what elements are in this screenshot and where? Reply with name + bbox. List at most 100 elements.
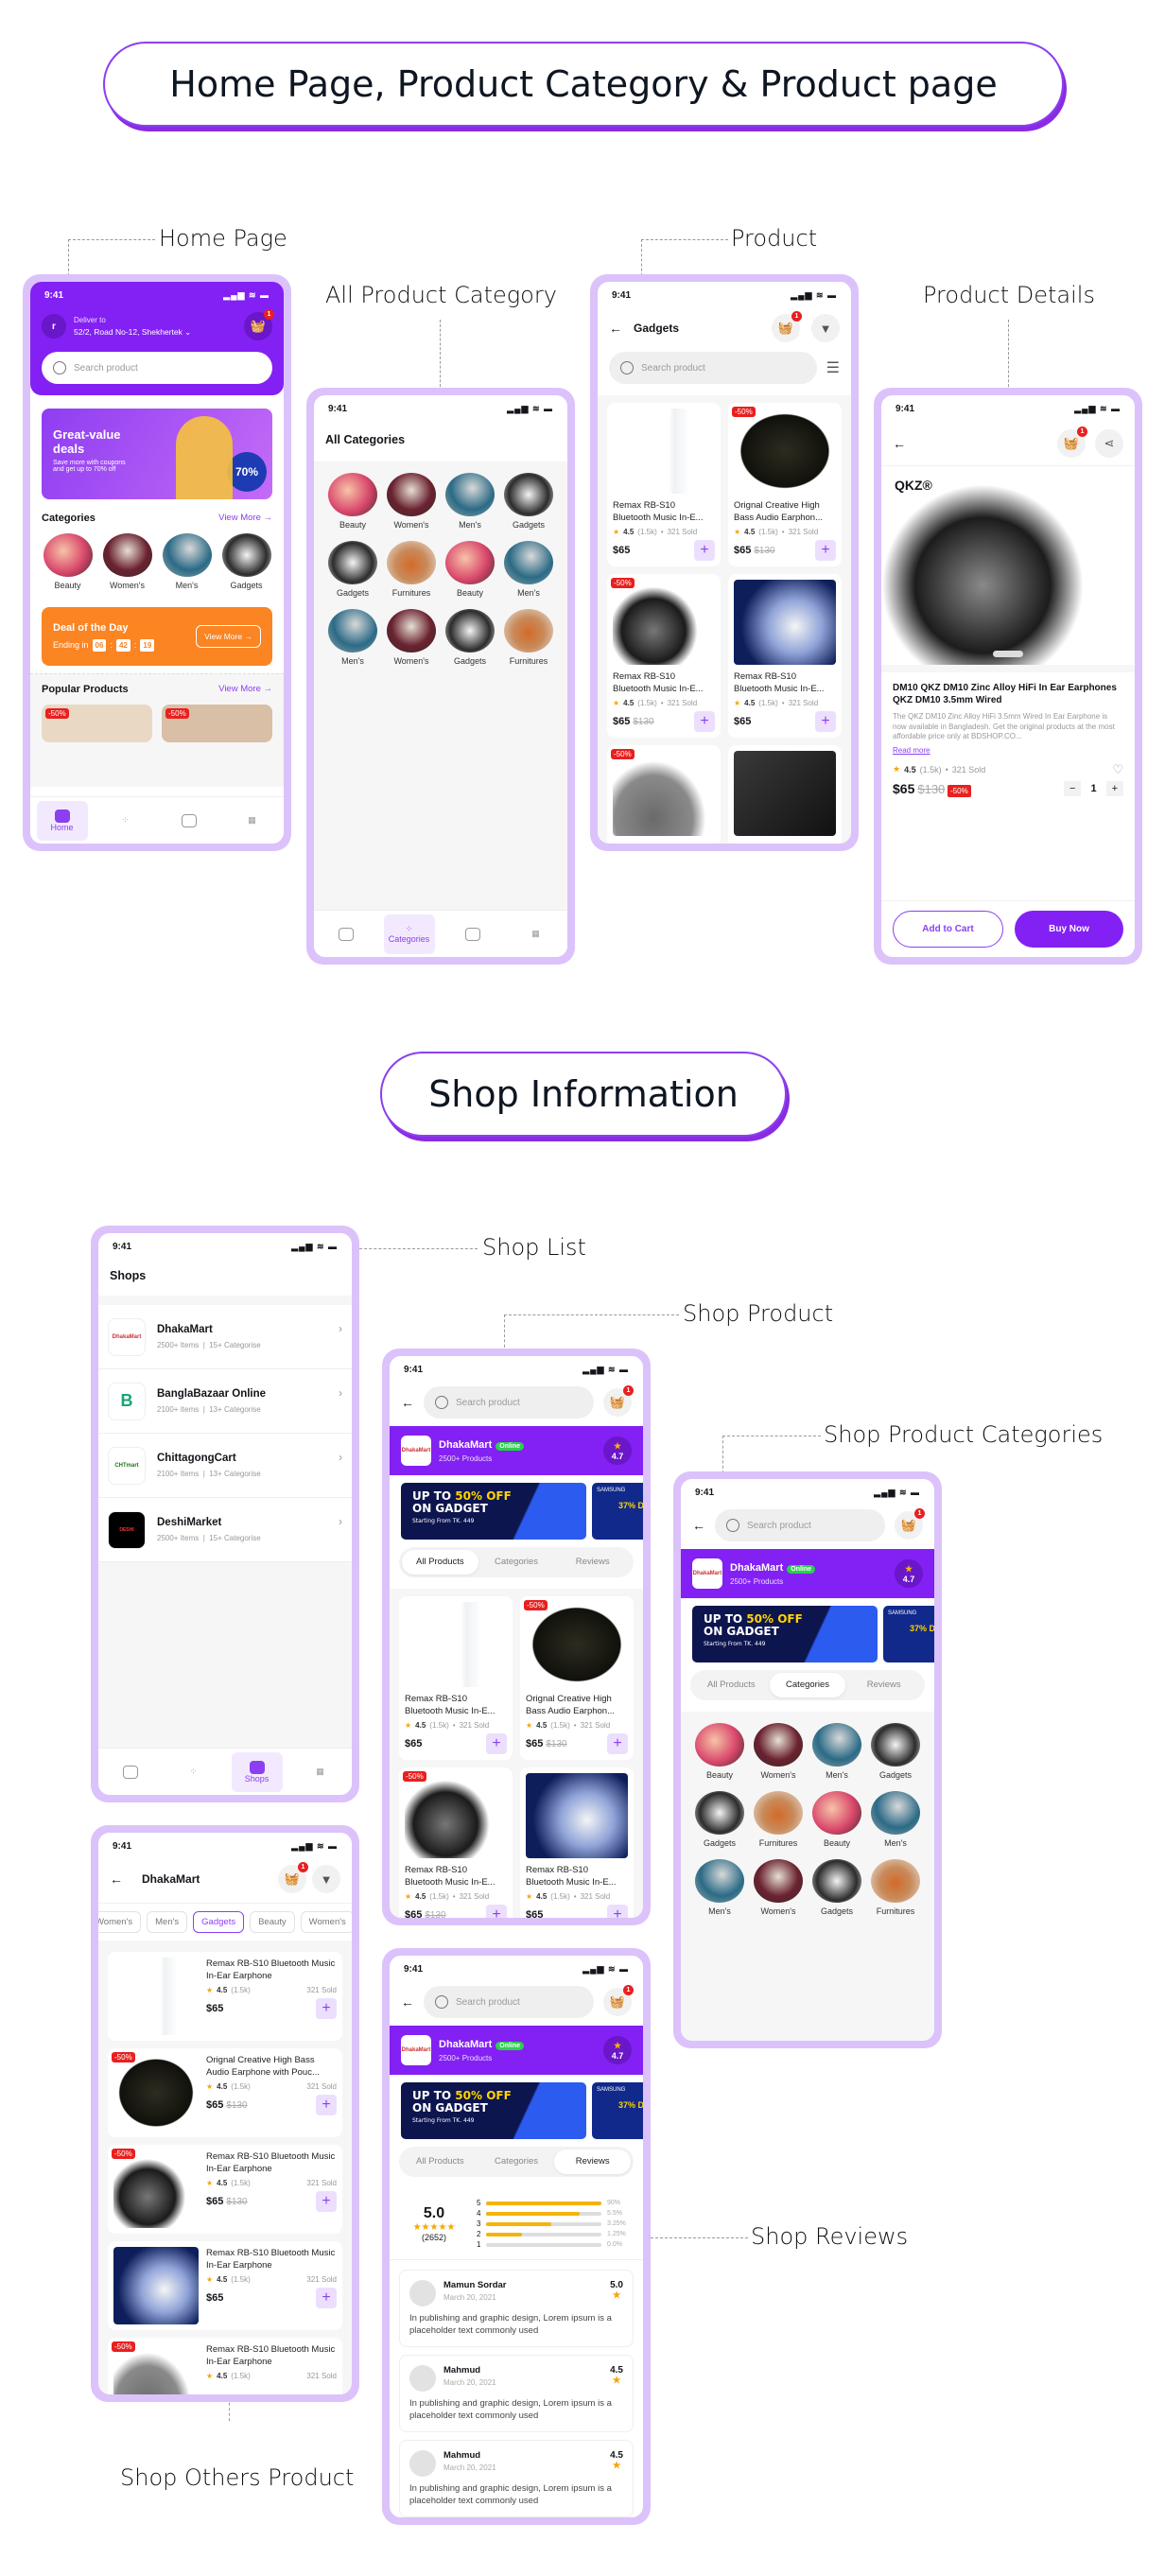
promo-banner[interactable]: UP TO 50% OFF ON GADGET Starting From TK. … bbox=[401, 2082, 586, 2139]
nav-categories[interactable]: ⁘ bbox=[100, 801, 151, 841]
category-item[interactable]: Men's bbox=[323, 609, 382, 666]
product-list-item[interactable]: -50% Remax RB-S10 Bluetooth Music In-Ear … bbox=[108, 2338, 342, 2394]
category-item[interactable]: Women's bbox=[97, 533, 157, 590]
add-button[interactable]: + bbox=[607, 1905, 628, 1918]
add-button[interactable]: + bbox=[694, 540, 715, 561]
category-item[interactable]: Furnitures bbox=[382, 541, 441, 598]
back-arrow-icon[interactable]: ← bbox=[401, 1994, 414, 2010]
search-input[interactable]: Search product bbox=[715, 1509, 885, 1541]
cart-button[interactable]: 🧺 1 bbox=[772, 311, 802, 342]
promo-banner[interactable]: UP TO 50% OFF ON GADGET Starting From TK. … bbox=[401, 1483, 586, 1540]
cart-button[interactable]: 🧺 1 bbox=[603, 1985, 634, 2016]
product-card[interactable]: -50% Orignal Creative High Bass Audio Ear… bbox=[520, 1596, 634, 1760]
cart-button[interactable]: 🧺 1 bbox=[278, 1862, 308, 1893]
nav-categories[interactable]: ⁘ Categories bbox=[383, 914, 435, 954]
category-item[interactable]: Women's bbox=[382, 473, 441, 530]
product-card[interactable]: -50% Orignal Creative High Bass Audio Ear… bbox=[728, 403, 842, 566]
tab-categories[interactable]: Categories bbox=[769, 1673, 846, 1697]
nav-home[interactable]: Home bbox=[36, 800, 88, 841]
tab-reviews[interactable]: Reviews bbox=[554, 1550, 631, 1575]
product-card[interactable]: -50% bbox=[42, 705, 152, 742]
nav-more[interactable]: ▦ bbox=[511, 914, 562, 954]
category-item[interactable]: Beauty bbox=[690, 1723, 749, 1780]
tab-all-products[interactable]: All Products bbox=[402, 2150, 478, 2174]
category-item[interactable]: Men's bbox=[690, 1859, 749, 1916]
nav-shops[interactable] bbox=[164, 801, 215, 841]
product-image[interactable]: QKZ® bbox=[881, 466, 1135, 665]
shop-list-item[interactable]: DhakaMart DhakaMart 2500+ Items | 15+ Cate… bbox=[98, 1305, 352, 1369]
category-item[interactable]: Men's bbox=[808, 1723, 866, 1780]
promo-banner[interactable]: SAMSUNG 37% D bbox=[883, 1606, 934, 1662]
category-item[interactable]: Gadgets bbox=[499, 473, 558, 530]
category-item[interactable]: Women's bbox=[382, 609, 441, 666]
search-input[interactable]: Search product bbox=[42, 352, 272, 384]
category-item[interactable]: Gadgets bbox=[866, 1723, 925, 1780]
product-list-item[interactable]: -50% Remax RB-S10 Bluetooth Music In-Ear … bbox=[108, 2145, 342, 2234]
category-item[interactable]: Beauty bbox=[323, 473, 382, 530]
tab-reviews[interactable]: Reviews bbox=[845, 1673, 922, 1697]
add-button[interactable]: + bbox=[815, 540, 836, 561]
nav-home[interactable] bbox=[321, 914, 372, 954]
promo-banner[interactable]: SAMSUNG 37% D bbox=[592, 1483, 643, 1540]
view-more-categories[interactable]: View More → bbox=[218, 513, 272, 524]
cart-button[interactable]: 🧺 1 bbox=[895, 1508, 925, 1540]
search-input[interactable]: Search product bbox=[609, 352, 817, 384]
category-item[interactable]: Gadgets bbox=[808, 1859, 866, 1916]
category-item[interactable]: Men's bbox=[866, 1791, 925, 1848]
tab-categories[interactable]: Categories bbox=[478, 2150, 555, 2174]
shop-list-item[interactable]: DESHI DeshiMarket 2500+ Items | 15+ Catego… bbox=[98, 1498, 352, 1562]
add-button[interactable]: + bbox=[316, 2095, 337, 2115]
category-item[interactable]: Gadgets bbox=[441, 609, 499, 666]
product-card[interactable]: -50% Remax RB-S10 Bluetooth Music In-E...… bbox=[399, 1767, 513, 1918]
tab-reviews[interactable]: Reviews bbox=[554, 2150, 632, 2174]
cart-button[interactable]: 🧺 1 bbox=[603, 1385, 634, 1417]
add-button[interactable]: + bbox=[486, 1733, 507, 1754]
view-more-popular[interactable]: View More → bbox=[218, 684, 272, 695]
nav-shops[interactable]: Shops bbox=[231, 1751, 283, 1792]
cart-button[interactable]: 🧺 1 bbox=[1057, 426, 1087, 458]
add-button[interactable]: + bbox=[607, 1733, 628, 1754]
category-item[interactable]: Furnitures bbox=[499, 609, 558, 666]
buy-now-button[interactable]: Buy Now bbox=[1015, 911, 1123, 948]
add-to-cart-button[interactable]: Add to Cart bbox=[893, 911, 1003, 948]
list-view-icon[interactable]: ☰ bbox=[826, 358, 840, 377]
filter-button[interactable]: ▼ bbox=[811, 314, 840, 342]
cart-button[interactable]: 🧺 1 bbox=[244, 309, 274, 340]
category-item[interactable]: Gadgets bbox=[690, 1791, 749, 1848]
product-card[interactable]: Remax RB-S10 Bluetooth Music In-E... ★ 4.5… bbox=[399, 1596, 513, 1760]
search-input[interactable]: Search product bbox=[424, 1986, 594, 2018]
product-list-item[interactable]: Remax RB-S10 Bluetooth Music In-Ear Earp… bbox=[108, 1952, 342, 2041]
quantity-stepper[interactable]: −1 + bbox=[1064, 780, 1123, 796]
add-button[interactable]: + bbox=[694, 711, 715, 732]
product-list-item[interactable]: -50% Orignal Creative High Bass Audio Ear… bbox=[108, 2048, 342, 2137]
category-item[interactable]: Beauty bbox=[441, 541, 499, 598]
product-card[interactable]: Remax RB-S10 Bluetooth Music In-E... ★ 4.5… bbox=[607, 403, 721, 566]
category-item[interactable]: Furnitures bbox=[749, 1791, 808, 1848]
filter-chip[interactable]: Women's bbox=[98, 1911, 142, 1933]
product-card[interactable]: -50% bbox=[607, 745, 721, 844]
nav-shops[interactable] bbox=[447, 914, 498, 954]
tab-all-products[interactable]: All Products bbox=[693, 1673, 770, 1697]
category-item[interactable]: Furnitures bbox=[866, 1859, 925, 1916]
back-arrow-icon[interactable]: ← bbox=[110, 1871, 123, 1887]
category-item[interactable]: Women's bbox=[749, 1859, 808, 1916]
shop-list-item[interactable]: CHTmart ChittagongCart 2100+ Items | 13+ C… bbox=[98, 1434, 352, 1498]
nav-more[interactable]: ▦ bbox=[227, 801, 278, 841]
product-list-item[interactable]: Remax RB-S10 Bluetooth Music In-Ear Earp… bbox=[108, 2241, 342, 2330]
filter-chip[interactable]: Men's bbox=[147, 1911, 188, 1933]
filter-button[interactable]: ▼ bbox=[312, 1865, 340, 1893]
plus-button[interactable]: + bbox=[1105, 780, 1123, 796]
add-button[interactable]: + bbox=[316, 2288, 337, 2308]
tab-all-products[interactable]: All Products bbox=[402, 1550, 478, 1575]
product-card[interactable]: -50% bbox=[162, 705, 272, 742]
back-arrow-icon[interactable]: ← bbox=[401, 1395, 414, 1410]
category-item[interactable]: Gadgets bbox=[217, 533, 276, 590]
nav-more[interactable]: ▦ bbox=[295, 1752, 346, 1792]
category-item[interactable]: Beauty bbox=[808, 1791, 866, 1848]
tab-categories[interactable]: Categories bbox=[478, 1550, 555, 1575]
filter-chip[interactable]: Gadgets bbox=[193, 1911, 245, 1933]
promo-banner[interactable]: UP TO 50% OFF ON GADGET Starting From TK. … bbox=[692, 1606, 878, 1662]
back-arrow-icon[interactable]: ← bbox=[609, 321, 622, 336]
shop-list-item[interactable]: B BanglaBazaar Online 2100+ Items | 13+ Ca… bbox=[98, 1369, 352, 1434]
search-input[interactable]: Search product bbox=[424, 1386, 594, 1419]
